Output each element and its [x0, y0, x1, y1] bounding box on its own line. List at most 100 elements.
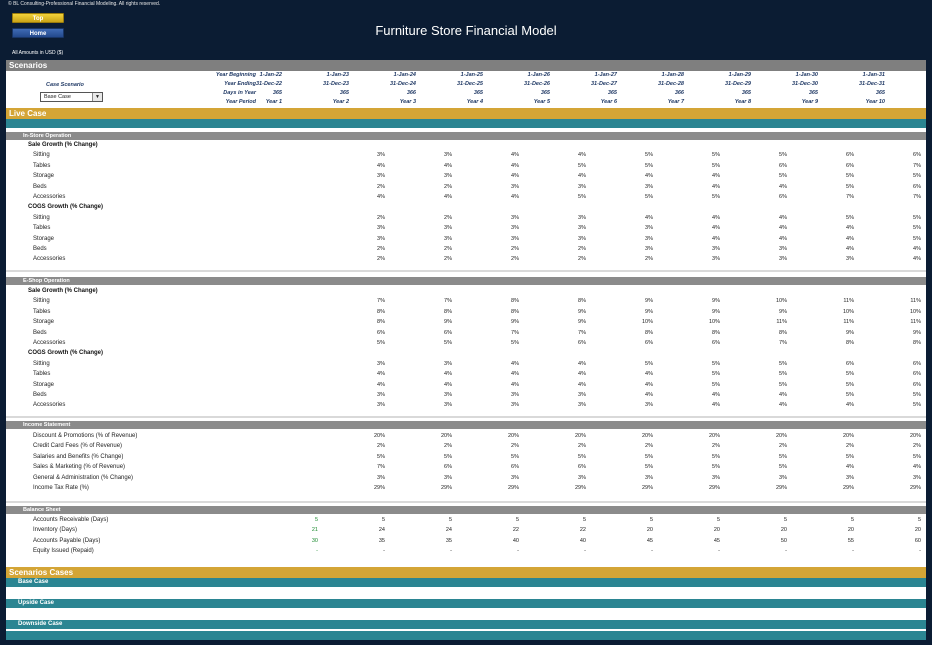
header-year-ending-cell: 31-Dec-24 [390, 81, 416, 87]
row-value-cell: 20% [708, 433, 720, 439]
row-value-cell: 10% [775, 298, 787, 305]
row-value-cell: 6% [444, 464, 452, 471]
row-value-cell: 3% [645, 402, 653, 409]
scenario-case-1: Upside Case [6, 599, 926, 608]
row-value-cell: 3% [377, 173, 385, 180]
row-value-cell: 3% [779, 474, 787, 481]
row-value-cell: 8% [511, 308, 519, 315]
row-value-cell: 4% [913, 256, 921, 263]
header-year-beginning-cell: 1-Jan-31 [862, 72, 885, 78]
row-value-cell: 3% [578, 402, 586, 409]
row-value-cell: 3% [578, 392, 586, 398]
chevron-down-icon[interactable]: ▼ [92, 93, 102, 101]
row-value-cell: 2% [511, 256, 519, 263]
row-value-cell: 4% [578, 381, 586, 388]
top-button[interactable]: Top [12, 13, 64, 23]
row-value-cell: 20% [775, 433, 787, 439]
row-value-cell: 4% [712, 235, 720, 242]
live-case-title: Live Case [6, 108, 926, 119]
row-value-cell: 4% [779, 392, 787, 398]
row-value-cell: 4% [511, 371, 519, 378]
row-divider [6, 270, 926, 272]
row-divider [6, 501, 926, 503]
header-year-beginning-cell: 1-Jan-24 [393, 72, 416, 78]
header-year-ending-cell: 31-Dec-23 [323, 81, 349, 87]
row-value-cell: 8% [578, 298, 586, 305]
header-days-cell: 366 [674, 90, 684, 96]
section-balance-sheet: Balance Sheet [6, 506, 926, 514]
row-value-cell: 7% [511, 329, 519, 336]
header-year-beginning-cell: 1-Jan-26 [527, 72, 550, 78]
row-value-cell: 4% [846, 246, 854, 252]
row-value-cell: 3% [444, 474, 452, 481]
row-value-cell: 11% [910, 298, 921, 305]
row-value-cell: 5% [645, 152, 653, 159]
row-value-cell: 4% [846, 464, 854, 471]
row-value-cell: 5% [578, 453, 586, 460]
row-label: Equity Issued (Repaid) [33, 548, 94, 555]
row-label: Beds [33, 329, 47, 336]
row-value-cell: 5 [850, 517, 854, 523]
row-value-cell: 9% [846, 329, 854, 336]
row-value-cell: 11% [910, 319, 921, 326]
row-value-cell: 20 [847, 527, 854, 534]
row-value-cell: 4% [645, 371, 653, 378]
row-value-cell: 29% [574, 485, 586, 491]
row-value-cell: 11% [843, 298, 854, 305]
row-value-cell: - [383, 548, 385, 555]
row-value-cell: 5% [846, 381, 854, 388]
row-value-cell: 4% [578, 371, 586, 378]
row-value-cell: 29% [373, 485, 385, 491]
row-value-cell: 3% [578, 214, 586, 221]
row-value-cell: 4% [511, 194, 519, 200]
row-value-cell: 6% [846, 152, 854, 159]
row-value-cell: 29% [909, 485, 921, 491]
row-value-cell: 6% [712, 340, 720, 346]
row-value-cell: 8% [913, 340, 921, 346]
row-value-cell: 30 [311, 537, 318, 544]
row-value-cell: 2% [578, 443, 586, 450]
row-value-cell: 9% [511, 319, 519, 326]
header-period-cell: Year 9 [801, 99, 818, 105]
row-value-cell: 9% [578, 308, 586, 315]
row-value-cell: 40 [512, 537, 519, 544]
row-value-cell: 4% [712, 214, 720, 221]
row-label: Accessories [33, 256, 66, 263]
row-value-cell: 4% [846, 225, 854, 232]
row-value-cell: 20 [646, 527, 653, 534]
row-value-cell: 3% [377, 474, 385, 481]
row-value-cell: - [584, 548, 586, 555]
row-value-cell: 4% [511, 173, 519, 180]
row-value-cell: 5 [515, 517, 519, 523]
header-year-beginning-cell: 1-Jan-25 [460, 72, 483, 78]
row-value-cell: 4% [511, 162, 519, 169]
row-label: Storage [33, 235, 55, 242]
row-value-cell: 4% [712, 402, 720, 409]
case-scenario-select[interactable]: Base Case ▼ [40, 92, 103, 102]
app-header: © BL Consulting-Professional Financial M… [0, 0, 932, 60]
row-value-cell: 5% [913, 173, 921, 180]
row-value-cell: 40 [579, 537, 586, 544]
row-value-cell: 29% [507, 485, 519, 491]
header-period-cell: Year 6 [600, 99, 617, 105]
row-value-cell: 3% [511, 402, 519, 409]
row-value-cell: 2% [712, 443, 720, 450]
row-value-cell: 4% [645, 173, 653, 180]
row-value-cell: 45 [646, 537, 653, 544]
row-value-cell: 24 [378, 527, 385, 534]
row-value-cell: 4% [511, 152, 519, 159]
row-value-cell: 20% [440, 433, 452, 439]
row-label: Storage [33, 319, 55, 326]
row-value-cell: - [517, 548, 519, 555]
row-value-cell: 3% [511, 214, 519, 221]
row-value-cell: 5% [779, 360, 787, 367]
row-value-cell: 8% [846, 340, 854, 346]
row-value-cell: 2% [444, 183, 452, 190]
spreadsheet-area: Scenarios Case Scenario Base Case ▼ Year… [6, 60, 926, 640]
row-value-cell: 3% [578, 474, 586, 481]
header-year-ending-cell: 31-Dec-29 [725, 81, 751, 87]
row-label: General & Administration (% Change) [33, 474, 134, 481]
row-label: Accessories [33, 194, 66, 200]
row-value-cell: 5% [846, 183, 854, 190]
row-value-cell: 3% [444, 225, 452, 232]
